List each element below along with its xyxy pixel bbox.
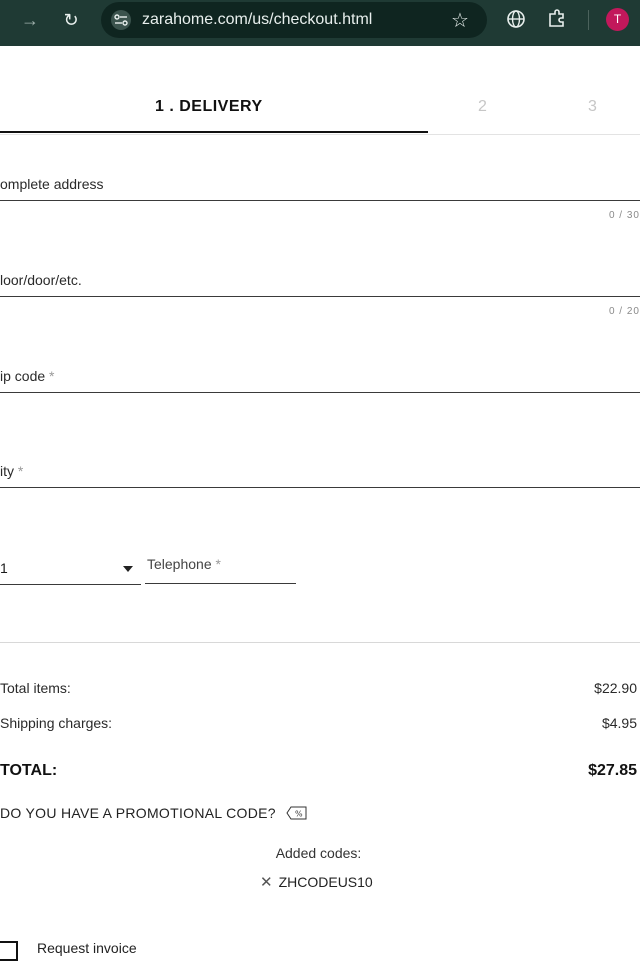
telephone-label-text: Telephone: [147, 556, 212, 572]
shipping-value: $4.95: [601, 715, 637, 731]
checkout-steps: 1 . DELIVERY 2 3: [0, 46, 640, 135]
promo-code-question: DO YOU HAVE A PROMOTIONAL CODE?: [0, 805, 276, 821]
address-field[interactable]: omplete address: [0, 172, 640, 201]
added-codes-label: Added codes:: [275, 845, 362, 861]
telephone-label: Telephone *: [147, 556, 221, 572]
discount-tag-icon: %: [286, 806, 308, 823]
promo-code-text: ZHCODEUS10: [278, 874, 373, 890]
required-asterisk: *: [49, 368, 55, 384]
country-code-value: 1: [0, 560, 8, 576]
telephone-field[interactable]: Telephone *: [145, 552, 296, 584]
address-bar[interactable]: zarahome.com/us/checkout.html ☆: [101, 2, 487, 38]
chevron-down-icon: [123, 566, 133, 572]
zip-code-field[interactable]: ip code *: [0, 364, 640, 393]
remove-code-icon[interactable]: ✕: [260, 873, 273, 891]
extensions-puzzle-icon[interactable]: [546, 8, 568, 30]
total-items-value: $22.90: [594, 680, 637, 696]
toolbar-separator: [588, 10, 589, 30]
request-invoice-label[interactable]: Request invoice: [37, 940, 137, 956]
request-invoice-checkbox[interactable]: [0, 941, 18, 961]
step-3: 3: [588, 98, 598, 115]
floor-door-field[interactable]: loor/door/etc.: [0, 268, 640, 297]
bookmark-star-icon[interactable]: ☆: [451, 8, 469, 33]
site-info-icon[interactable]: [111, 10, 131, 30]
country-code-select[interactable]: 1: [0, 556, 141, 585]
city-field[interactable]: ity *: [0, 459, 640, 488]
applied-promo-code: ✕ ZHCODEUS10: [260, 873, 373, 891]
city-label-text: ity: [0, 463, 14, 479]
city-label: ity *: [0, 463, 23, 479]
total-items-label: Total items:: [0, 680, 71, 696]
url-text[interactable]: zarahome.com/us/checkout.html: [142, 11, 372, 29]
total-value: $27.85: [588, 762, 637, 779]
browser-toolbar: → ↻ zarahome.com/us/checkout.html ☆ T: [0, 0, 640, 46]
zip-code-label-text: ip code: [0, 368, 46, 384]
section-divider: [0, 642, 640, 643]
address-label: omplete address: [0, 176, 104, 192]
required-asterisk: *: [17, 463, 24, 479]
profile-avatar[interactable]: T: [606, 8, 629, 31]
zip-code-label: ip code *: [0, 368, 55, 384]
address-char-counter: 0 / 30: [608, 210, 640, 221]
active-step-underline: [0, 131, 428, 133]
floor-door-char-counter: 0 / 20: [608, 306, 640, 317]
step-2: 2: [478, 98, 488, 115]
svg-text:%: %: [295, 809, 303, 818]
globe-extension-icon[interactable]: [505, 8, 527, 30]
reload-icon[interactable]: ↻: [60, 9, 82, 31]
shipping-label: Shipping charges:: [0, 715, 113, 731]
step-delivery[interactable]: 1 . DELIVERY: [155, 98, 263, 116]
promo-code-toggle[interactable]: DO YOU HAVE A PROMOTIONAL CODE? %: [0, 805, 308, 823]
forward-icon[interactable]: →: [19, 9, 41, 31]
required-asterisk: *: [215, 556, 221, 572]
total-label: TOTAL:: [0, 762, 58, 779]
floor-door-label: loor/door/etc.: [0, 272, 82, 288]
